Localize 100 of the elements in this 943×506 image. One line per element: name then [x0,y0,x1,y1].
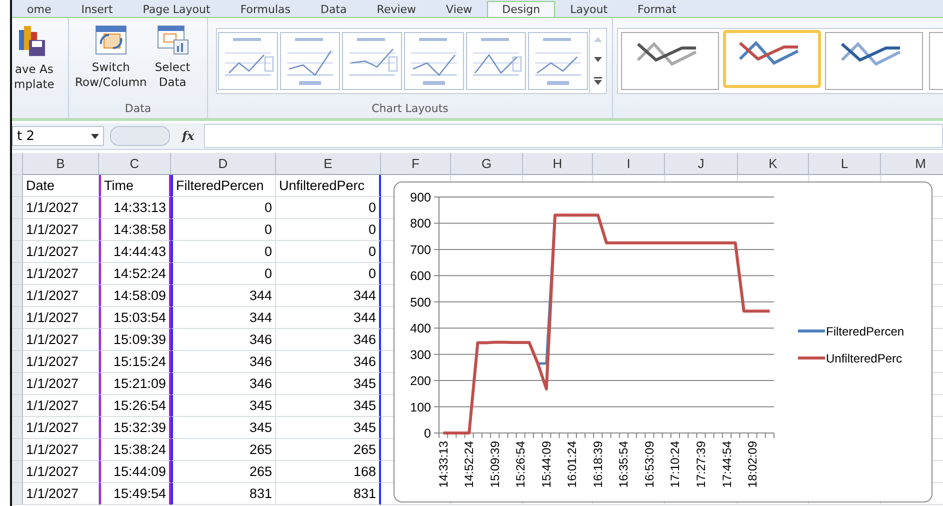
chart-layout-thumbnail[interactable] [218,32,278,90]
axis-label: 800 [410,216,431,231]
table-cell: 1/1/2027 [23,417,99,439]
chart-layout-thumbnail[interactable] [280,32,340,90]
table-cell: 346 [171,351,276,373]
column-header[interactable]: H [523,153,593,175]
table-cell: 1/1/2027 [23,219,99,241]
name-box[interactable]: t 2 [12,126,104,146]
column-header[interactable]: J [665,153,738,175]
row-header[interactable] [12,461,23,483]
table-cell: 345 [171,417,276,439]
insert-function-button[interactable]: fx [176,128,198,144]
row-header[interactable] [12,219,23,241]
row-header[interactable] [12,307,23,329]
table-cell: 15:49:54 [99,483,171,505]
table-cell: 1/1/2027 [23,395,99,417]
chart-layout-thumbnail[interactable] [466,32,526,90]
table-cell: 15:03:54 [99,307,171,329]
axis-label: 600 [410,269,431,284]
axis-label: 200 [410,374,431,388]
axis-label: 14:52:24 [462,441,476,488]
table-cell: 15:21:09 [99,373,171,395]
row-header[interactable] [12,439,23,461]
column-header[interactable]: B [23,153,99,175]
row-header[interactable] [12,417,23,439]
table-cell: 15:15:24 [99,351,171,373]
chart-layout-thumbnail[interactable] [528,32,588,90]
table-cell: 15:32:39 [99,417,171,439]
select-all-corner[interactable] [12,153,23,175]
row-header[interactable] [12,285,23,307]
table-cell: 344 [276,285,381,307]
ribbon-tab[interactable]: Page Layout [128,1,226,17]
axis-label: 15:26:54 [514,441,528,488]
column-header[interactable]: L [809,153,881,175]
chart-layout-thumbnail[interactable] [404,32,464,90]
table-cell: 15:26:54 [99,395,171,417]
chart-layout-thumbnail[interactable] [342,32,402,90]
legend-label: FilteredPercen [826,324,904,338]
table-cell: 345 [276,395,381,417]
column-header[interactable]: F [381,153,451,175]
select-data-button[interactable]: Select Data [152,24,192,90]
ribbon-tab[interactable]: ome [12,1,66,17]
column-header[interactable]: G [451,153,523,175]
row-header[interactable] [12,329,23,351]
table-chart-icon [156,24,190,56]
scroll-up-icon[interactable] [594,36,602,42]
row-header[interactable] [12,263,23,285]
row-header[interactable] [12,483,23,505]
save-template-button[interactable]: ave As mplate [12,24,56,92]
table-cell: 14:52:24 [99,263,171,285]
more-icon[interactable] [594,77,602,86]
formula-input[interactable] [204,124,943,148]
table-cell: 265 [276,439,381,461]
ribbon-tab[interactable]: Insert [66,1,128,17]
chart-style-thumbnail[interactable] [723,30,821,88]
row-header[interactable] [12,373,23,395]
row-header[interactable] [12,395,23,417]
table-cell: 14:58:09 [99,285,171,307]
row-header[interactable] [12,241,23,263]
scroll-down-icon[interactable] [594,56,602,62]
column-header[interactable]: M [881,153,943,175]
table-cell: 831 [276,483,381,505]
table-cell: 14:33:13 [99,197,171,219]
ribbon-tab[interactable]: Format [622,1,692,17]
table-cell: 345 [171,395,276,417]
ribbon-tab[interactable]: Design [487,1,556,17]
table-cell: 1/1/2027 [23,263,99,285]
column-header[interactable]: K [738,153,809,175]
axis-label: 17:44:54 [720,441,734,488]
table-swap-icon [94,24,128,56]
chart-style-thumbnail[interactable] [825,32,923,90]
column-header[interactable]: D [171,153,276,175]
column-header-cell: UnfilteredPerc [276,175,381,197]
row-header[interactable] [12,175,23,197]
switch-row-column-button[interactable]: Switch Row/Column [73,24,149,90]
ribbon-tab[interactable]: Data [306,1,362,17]
axis-label: 18:02:09 [746,441,760,488]
table-cell: 1/1/2027 [23,373,99,395]
column-header-cell: Date [23,175,99,197]
chart-style-thumbnail[interactable] [621,32,719,90]
column-header[interactable]: C [99,153,171,175]
table-cell: 168 [276,461,381,483]
axis-label: 16:53:09 [642,441,656,488]
ribbon-tab[interactable]: Review [362,1,432,17]
column-header[interactable]: E [276,153,381,175]
table-cell: 14:44:43 [99,241,171,263]
ribbon-tab[interactable]: Formulas [225,1,306,17]
table-cell: 1/1/2027 [23,329,99,351]
row-header[interactable] [12,351,23,373]
table-cell: 265 [171,461,276,483]
row-header[interactable] [12,197,23,219]
dropdown-icon[interactable] [91,134,99,138]
table-cell: 344 [171,285,276,307]
table-cell: 1/1/2027 [23,439,99,461]
ribbon-tab[interactable]: Layout [555,1,623,17]
table-cell: 1/1/2027 [23,461,99,483]
axis-label: 15:09:39 [488,441,502,488]
ribbon-tab[interactable]: View [431,1,488,17]
column-header[interactable]: I [593,153,665,175]
group-label: Chart Layouts [370,102,450,117]
